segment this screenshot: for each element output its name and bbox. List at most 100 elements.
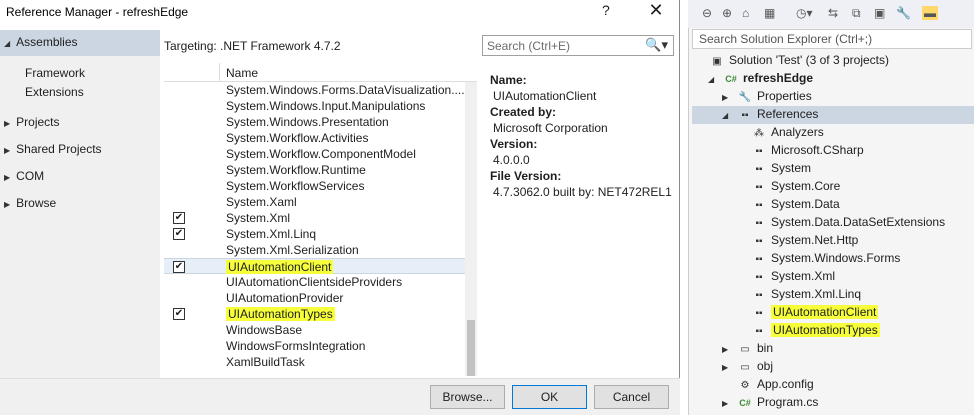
ok-button[interactable]: OK — [512, 385, 587, 409]
expander-icon[interactable]: ◢ — [4, 39, 10, 48]
detail-name-value: UIAutomationClient — [493, 89, 597, 103]
forward-icon[interactable]: ⊕ — [722, 6, 732, 20]
row-name: XamlBuildTask — [226, 355, 305, 369]
node-label: App.config — [757, 377, 814, 391]
row-checkbox[interactable]: ✔ — [173, 261, 185, 273]
tree-node-system-net-http[interactable]: ▪▪ System.Net.Http — [736, 231, 858, 249]
collapse-all-icon[interactable]: ⧉ — [852, 6, 861, 21]
list-row[interactable]: ✔ System.Xml.Linq — [164, 226, 465, 242]
node-label: System.Data.DataSetExtensions — [771, 215, 946, 229]
list-row[interactable]: System.Windows.Forms.DataVisualization..… — [164, 82, 465, 98]
preview-icon[interactable]: ▬ — [922, 6, 938, 20]
nav-item-shared-projects[interactable]: ▶ Shared Projects — [4, 142, 102, 156]
list-row[interactable]: UIAutomationProvider — [164, 290, 465, 306]
cancel-button[interactable]: Cancel — [594, 385, 669, 409]
tree-node-references[interactable]: ◢ ▪▪ References — [722, 105, 818, 123]
row-checkbox[interactable]: ✔ — [173, 212, 185, 224]
expander-icon[interactable]: ▶ — [722, 395, 736, 413]
nav-item-projects[interactable]: ▶ Projects — [4, 115, 60, 129]
close-icon[interactable]: ✕ — [646, 0, 666, 21]
properties-wrench-icon[interactable]: 🔧 — [896, 6, 911, 20]
scrollbar-thumb[interactable] — [467, 320, 475, 376]
node-label: UIAutomationTypes — [771, 323, 880, 337]
list-row[interactable]: System.Xaml — [164, 194, 465, 210]
list-row[interactable]: System.Xml.Serialization — [164, 242, 465, 258]
detail-file-version-value: 4.7.3062.0 built by: NET472REL1 — [493, 185, 672, 199]
list-row[interactable]: WindowsBase — [164, 322, 465, 338]
node-label: System.Xml — [771, 269, 836, 283]
list-row[interactable]: ✔ UIAutomationTypes — [164, 306, 465, 322]
tree-node-system-xml-linq[interactable]: ▪▪ System.Xml.Linq — [736, 285, 861, 303]
row-name-text: System.Windows.Presentation — [226, 115, 389, 129]
list-row[interactable]: ✔ UIAutomationClient — [164, 258, 465, 274]
browse-button[interactable]: Browse... — [430, 385, 505, 409]
tree-node-microsoft-csharp[interactable]: ▪▪ Microsoft.CSharp — [736, 141, 863, 159]
tree-node-properties[interactable]: ▶ 🔧 Properties — [722, 87, 812, 105]
tree-node-refreshedge[interactable]: ◢ C# refreshEdge — [708, 69, 813, 87]
node-label: obj — [757, 359, 774, 373]
list-row[interactable]: System.Windows.Presentation — [164, 114, 465, 130]
expander-icon[interactable]: ▶ — [4, 200, 10, 209]
tree-node-app-config[interactable]: ⚙ App.config — [722, 375, 814, 393]
tree-node-bin[interactable]: ▶ ▭ bin — [722, 339, 773, 357]
list-row[interactable]: System.Workflow.Runtime — [164, 162, 465, 178]
row-name: UIAutomationClientsideProviders — [226, 275, 402, 289]
show-all-files-icon[interactable]: ▣ — [874, 6, 885, 20]
list-row[interactable]: ✔ System.Xml — [164, 210, 465, 226]
column-header-name[interactable]: Name — [226, 66, 258, 80]
tree-node-analyzers[interactable]: ⁂ Analyzers — [736, 123, 824, 141]
history-icon[interactable]: ◷▾ — [796, 6, 813, 20]
se-search-input[interactable]: Search Solution Explorer (Ctrl+;) — [692, 29, 972, 49]
tree-node-system-core[interactable]: ▪▪ System.Core — [736, 177, 840, 195]
list-row[interactable]: WindowsFormsIntegration — [164, 338, 465, 354]
nav-item-com[interactable]: ▶ COM — [4, 169, 44, 183]
home-icon[interactable]: ⌂ — [742, 6, 749, 20]
row-checkbox[interactable]: ✔ — [173, 308, 185, 320]
list-row[interactable]: System.Workflow.ComponentModel — [164, 146, 465, 162]
nav-item-browse[interactable]: ▶ Browse — [4, 196, 56, 210]
list-row[interactable]: System.WorkflowServices — [164, 178, 465, 194]
expander-icon[interactable]: ▶ — [4, 146, 10, 155]
tree-node-system-xml[interactable]: ▪▪ System.Xml — [736, 267, 835, 285]
sync-icon[interactable]: ⇆ — [828, 6, 838, 20]
list-row[interactable]: XamlBuildTask — [164, 354, 465, 370]
nav-item-assemblies[interactable]: ◢ Assemblies — [4, 35, 78, 49]
tree-node-uiautomationclient[interactable]: ▪▪ UIAutomationClient — [736, 303, 879, 321]
node-label: System.Windows.Forms — [771, 251, 901, 265]
node-label: bin — [757, 341, 774, 355]
row-name: System.Xml.Serialization — [226, 243, 359, 257]
row-name: System.Windows.Input.Manipulations — [226, 99, 425, 113]
tree-node-system-windows-forms[interactable]: ▪▪ System.Windows.Forms — [736, 249, 900, 267]
nav-item-framework[interactable]: Framework — [25, 66, 85, 80]
list-row[interactable]: System.Windows.Input.Manipulations — [164, 98, 465, 114]
help-button[interactable]: ? — [602, 2, 610, 18]
tree-node-system[interactable]: ▪▪ System — [736, 159, 811, 177]
tree-node-system-data[interactable]: ▪▪ System.Data — [736, 195, 839, 213]
row-name: System.Windows.Presentation — [226, 115, 389, 129]
list-row[interactable]: UIAutomationClientsideProviders — [164, 274, 465, 290]
expander-icon[interactable]: ◢ — [722, 107, 736, 125]
switch-views-icon[interactable]: ▦ — [764, 6, 775, 20]
search-input[interactable]: Search (Ctrl+E) 🔍▾ — [482, 35, 674, 56]
tree-node-uiautomationtypes[interactable]: ▪▪ UIAutomationTypes — [736, 321, 880, 339]
row-checkbox[interactable]: ✔ — [173, 228, 185, 240]
detail-version-label: Version: — [490, 137, 538, 151]
expander-icon[interactable]: ◢ — [708, 71, 722, 89]
row-name: System.Xaml — [226, 195, 297, 209]
nav-item-extensions[interactable]: Extensions — [25, 85, 84, 99]
node-label: UIAutomationClient — [771, 305, 879, 319]
node-label: refreshEdge — [743, 71, 814, 85]
list-row[interactable]: System.Workflow.Activities — [164, 130, 465, 146]
tree-node-solution-test-3-of-3-projects[interactable]: ▣ Solution 'Test' (3 of 3 projects) — [694, 51, 889, 69]
tree-node-system-data-datasetextensions[interactable]: ▪▪ System.Data.DataSetExtensions — [736, 213, 945, 231]
tree-node-obj[interactable]: ▶ ▭ obj — [722, 357, 773, 375]
detail-created-label: Created by: — [490, 105, 557, 119]
list-header — [164, 63, 477, 82]
tree-node-program-cs[interactable]: ▶ C# Program.cs — [722, 393, 818, 411]
expander-icon[interactable]: ▶ — [4, 119, 10, 128]
back-icon[interactable]: ⊖ — [702, 6, 712, 20]
search-icon[interactable]: 🔍▾ — [645, 37, 668, 53]
expander-icon[interactable]: ▶ — [4, 173, 10, 182]
column-divider[interactable] — [219, 63, 220, 82]
node-icon: C# — [725, 74, 737, 84]
